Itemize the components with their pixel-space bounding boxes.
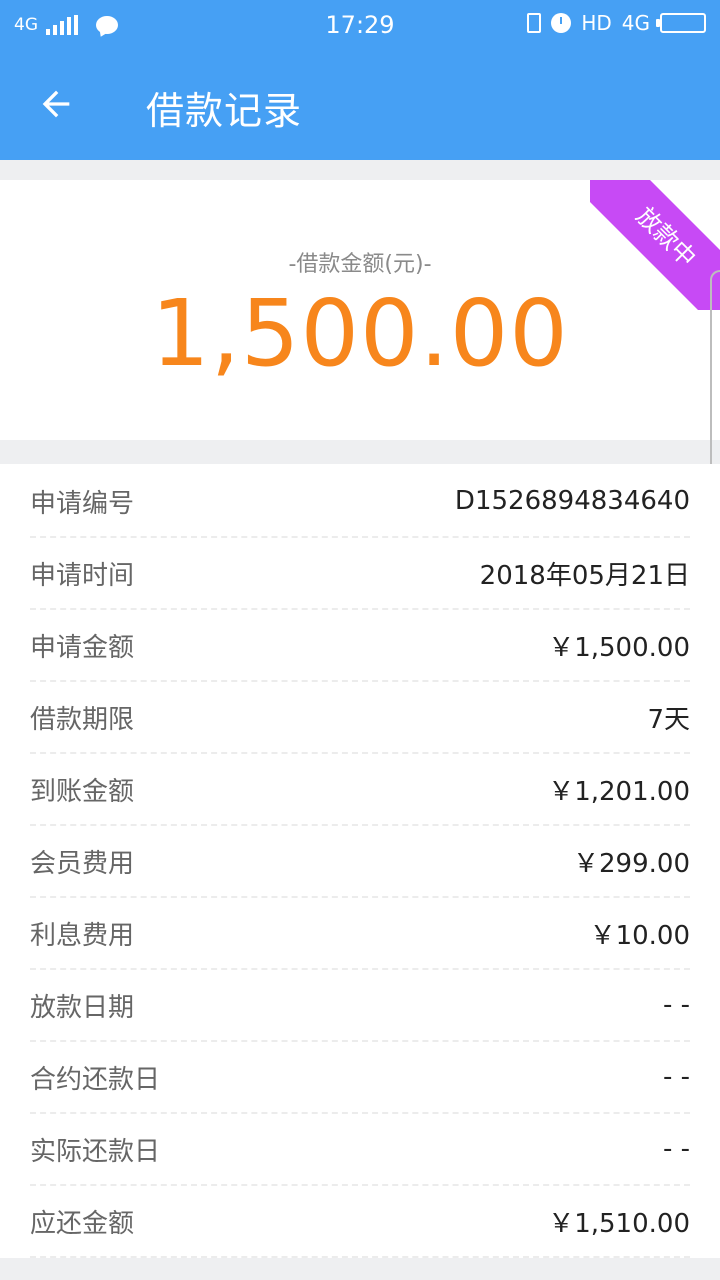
detail-row-interest-fee: 利息费用 ￥10.00 xyxy=(30,898,690,970)
detail-label: 合约还款日 xyxy=(30,1064,161,1095)
detail-value: - - xyxy=(662,1062,690,1092)
network-type-right: 4G xyxy=(621,11,650,35)
app-header: 借款记录 xyxy=(0,50,720,160)
battery-icon xyxy=(656,13,706,33)
detail-value: ￥1,510.00 xyxy=(548,1208,690,1239)
page-title: 借款记录 xyxy=(146,89,303,133)
alarm-icon xyxy=(551,13,572,33)
detail-value: ￥1,201.00 xyxy=(548,776,690,807)
detail-label: 放款日期 xyxy=(30,992,135,1023)
detail-row-application-number: 申请编号 D1526894834640 xyxy=(30,466,690,538)
status-ribbon: 放款中 xyxy=(590,180,720,310)
detail-label: 利息费用 xyxy=(30,920,135,951)
detail-row-disbursement-date: 放款日期 - - xyxy=(30,970,690,1042)
detail-value: ￥1,500.00 xyxy=(548,632,690,663)
status-bar: 4G 17:29 HD 4G xyxy=(0,0,720,50)
detail-row-application-amount: 申请金额 ￥1,500.00 xyxy=(30,610,690,682)
detail-row-amount-due: 应还金额 ￥1,510.00 xyxy=(30,1186,690,1258)
detail-label: 申请金额 xyxy=(30,632,135,663)
hd-indicator: HD xyxy=(581,11,612,35)
loan-amount-card: -借款金额(元)- 1,500.00 放款中 xyxy=(0,180,720,440)
status-right: HD 4G xyxy=(527,11,706,35)
detail-value: 7天 xyxy=(647,704,690,735)
detail-value: 2018年05月21日 xyxy=(479,560,690,591)
vibrate-icon xyxy=(527,13,542,33)
detail-row-actual-repayment-date: 实际还款日 - - xyxy=(30,1114,690,1186)
detail-label: 借款期限 xyxy=(30,704,135,735)
detail-value: D1526894834640 xyxy=(454,486,690,516)
detail-row-received-amount: 到账金额 ￥1,201.00 xyxy=(30,754,690,826)
detail-label: 会员费用 xyxy=(30,848,135,879)
back-arrow-icon xyxy=(42,90,70,118)
detail-row-membership-fee: 会员费用 ￥299.00 xyxy=(30,826,690,898)
loan-details-list: 申请编号 D1526894834640 申请时间 2018年05月21日 申请金… xyxy=(0,464,720,1258)
status-ribbon-text: 放款中 xyxy=(590,180,720,310)
back-button[interactable] xyxy=(30,78,82,130)
detail-value: ￥299.00 xyxy=(573,848,690,879)
detail-value: - - xyxy=(662,990,690,1020)
detail-label: 到账金额 xyxy=(30,776,135,807)
detail-label: 实际还款日 xyxy=(30,1136,161,1167)
detail-row-loan-term: 借款期限 7天 xyxy=(30,682,690,754)
detail-label: 申请编号 xyxy=(30,488,135,519)
detail-value: - - xyxy=(662,1134,690,1164)
detail-value: ￥10.00 xyxy=(589,920,690,951)
detail-row-application-time: 申请时间 2018年05月21日 xyxy=(30,538,690,610)
detail-label: 应还金额 xyxy=(30,1208,135,1239)
detail-row-contract-repayment-date: 合约还款日 - - xyxy=(30,1042,690,1114)
detail-label: 申请时间 xyxy=(30,560,135,591)
